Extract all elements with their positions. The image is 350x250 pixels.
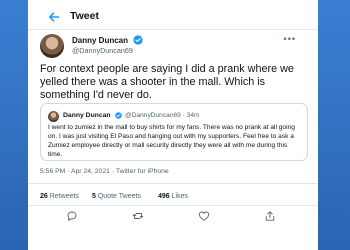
likes-label: Likes — [171, 193, 188, 200]
quote-tweets-stat[interactable]: 5 Quote Tweets — [92, 193, 141, 200]
quoted-tweet[interactable]: Danny Duncan @DannyDuncan69 · 34m I went… — [40, 103, 308, 161]
tweet-header: Tweet — [28, 0, 318, 36]
retweets-label: Retweets — [49, 193, 79, 200]
author-handle[interactable]: @DannyDuncan69 — [72, 46, 133, 55]
back-arrow-icon[interactable] — [46, 9, 62, 25]
retweets-stat[interactable]: 26 Retweets — [40, 193, 79, 200]
background-left — [0, 0, 28, 250]
header-divider — [28, 29, 318, 30]
tweet-timestamp[interactable]: 5:56 PM · Apr 24, 2021 · Twitter for iPh… — [40, 168, 169, 175]
quote-tweets-label: Quote Tweets — [97, 193, 141, 200]
likes-count: 496 — [158, 193, 170, 200]
quoted-text: I went to zumiez in the mall to buy shir… — [48, 124, 295, 158]
background-right — [318, 0, 350, 250]
avatar[interactable] — [40, 34, 64, 58]
quoted-author-handle: @DannyDuncan69 · 34m — [125, 112, 200, 119]
action-bar — [28, 210, 318, 226]
stats-divider — [28, 205, 318, 206]
like-icon[interactable] — [198, 210, 210, 222]
quote-tweets-count: 5 — [92, 193, 96, 200]
meta-divider — [28, 183, 318, 184]
tweet-text: For context people are saying I did a pr… — [40, 63, 294, 102]
retweets-count: 26 — [40, 193, 48, 200]
quoted-author-name: Danny Duncan — [63, 112, 111, 119]
tweet-card: Tweet Danny Duncan @DannyDuncan69 ••• Fo… — [28, 0, 318, 250]
quoted-avatar — [48, 111, 59, 122]
verified-icon — [133, 35, 143, 45]
author-name[interactable]: Danny Duncan — [72, 36, 128, 45]
share-icon[interactable] — [264, 210, 276, 222]
reply-icon[interactable] — [66, 210, 78, 222]
likes-stat[interactable]: 496 Likes — [158, 193, 188, 200]
page-title: Tweet — [70, 10, 99, 22]
more-icon[interactable]: ••• — [284, 34, 296, 44]
quoted-verified-icon — [115, 112, 122, 119]
retweet-icon[interactable] — [132, 210, 144, 222]
